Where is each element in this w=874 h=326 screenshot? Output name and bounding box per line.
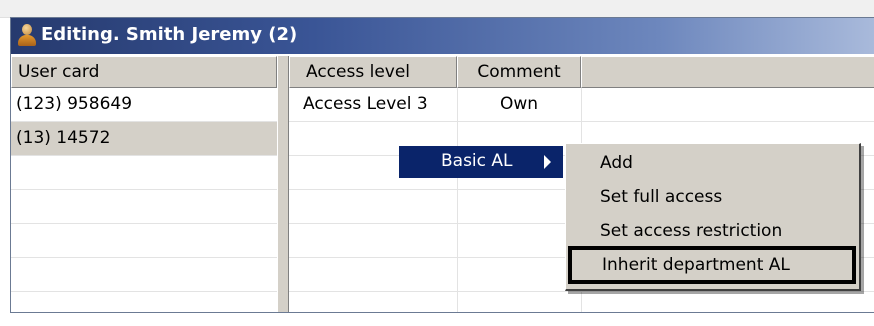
menu-item-inherit-department-al[interactable]: Inherit department AL bbox=[568, 246, 856, 284]
menu-item-label: Basic AL bbox=[441, 151, 513, 171]
table-row[interactable]: Access Level 3 Own bbox=[289, 88, 874, 122]
user-card-value: (123) 958649 bbox=[16, 94, 133, 114]
column-header-comment[interactable]: Comment bbox=[457, 56, 581, 88]
user-icon bbox=[17, 24, 37, 46]
column-header-user-card[interactable]: User card bbox=[11, 56, 277, 88]
menu-item-label: Set full access bbox=[600, 187, 723, 207]
table-row[interactable]: (123) 958649 bbox=[11, 88, 277, 122]
menu-item-set-access-restriction[interactable]: Set access restriction bbox=[566, 214, 858, 248]
background-strip bbox=[0, 0, 874, 18]
menu-item-add[interactable]: Add bbox=[566, 146, 858, 180]
column-header-filler bbox=[581, 56, 874, 88]
menu-item-label: Add bbox=[600, 153, 633, 173]
menu-item-label: Inherit department AL bbox=[602, 255, 790, 275]
table-row[interactable] bbox=[289, 292, 874, 326]
user-card-list[interactable]: User card (123) 958649 (13) 14572 bbox=[11, 56, 277, 312]
user-card-value: (13) 14572 bbox=[16, 128, 111, 148]
access-level-cell: Access Level 3 bbox=[303, 94, 428, 114]
menu-item-label: Set access restriction bbox=[600, 221, 783, 241]
column-header-access-level[interactable]: Access level bbox=[289, 56, 457, 88]
context-menu-item-basic-al[interactable]: Basic AL bbox=[399, 146, 563, 178]
table-row[interactable] bbox=[11, 292, 277, 326]
table-row[interactable] bbox=[11, 258, 277, 292]
table-row-selected[interactable]: (13) 14572 bbox=[11, 122, 277, 156]
comment-cell: Own bbox=[499, 94, 539, 114]
window-title: Editing. Smith Jeremy (2) bbox=[41, 24, 298, 45]
pane-splitter[interactable] bbox=[277, 56, 289, 312]
chevron-right-icon bbox=[544, 155, 551, 169]
table-row[interactable] bbox=[11, 190, 277, 224]
title-bar[interactable]: Editing. Smith Jeremy (2) bbox=[11, 18, 874, 54]
menu-item-set-full-access[interactable]: Set full access bbox=[566, 180, 858, 214]
table-row[interactable] bbox=[11, 156, 277, 190]
table-row[interactable] bbox=[11, 224, 277, 258]
basic-al-submenu: Add Set full access Set access restricti… bbox=[565, 143, 861, 291]
